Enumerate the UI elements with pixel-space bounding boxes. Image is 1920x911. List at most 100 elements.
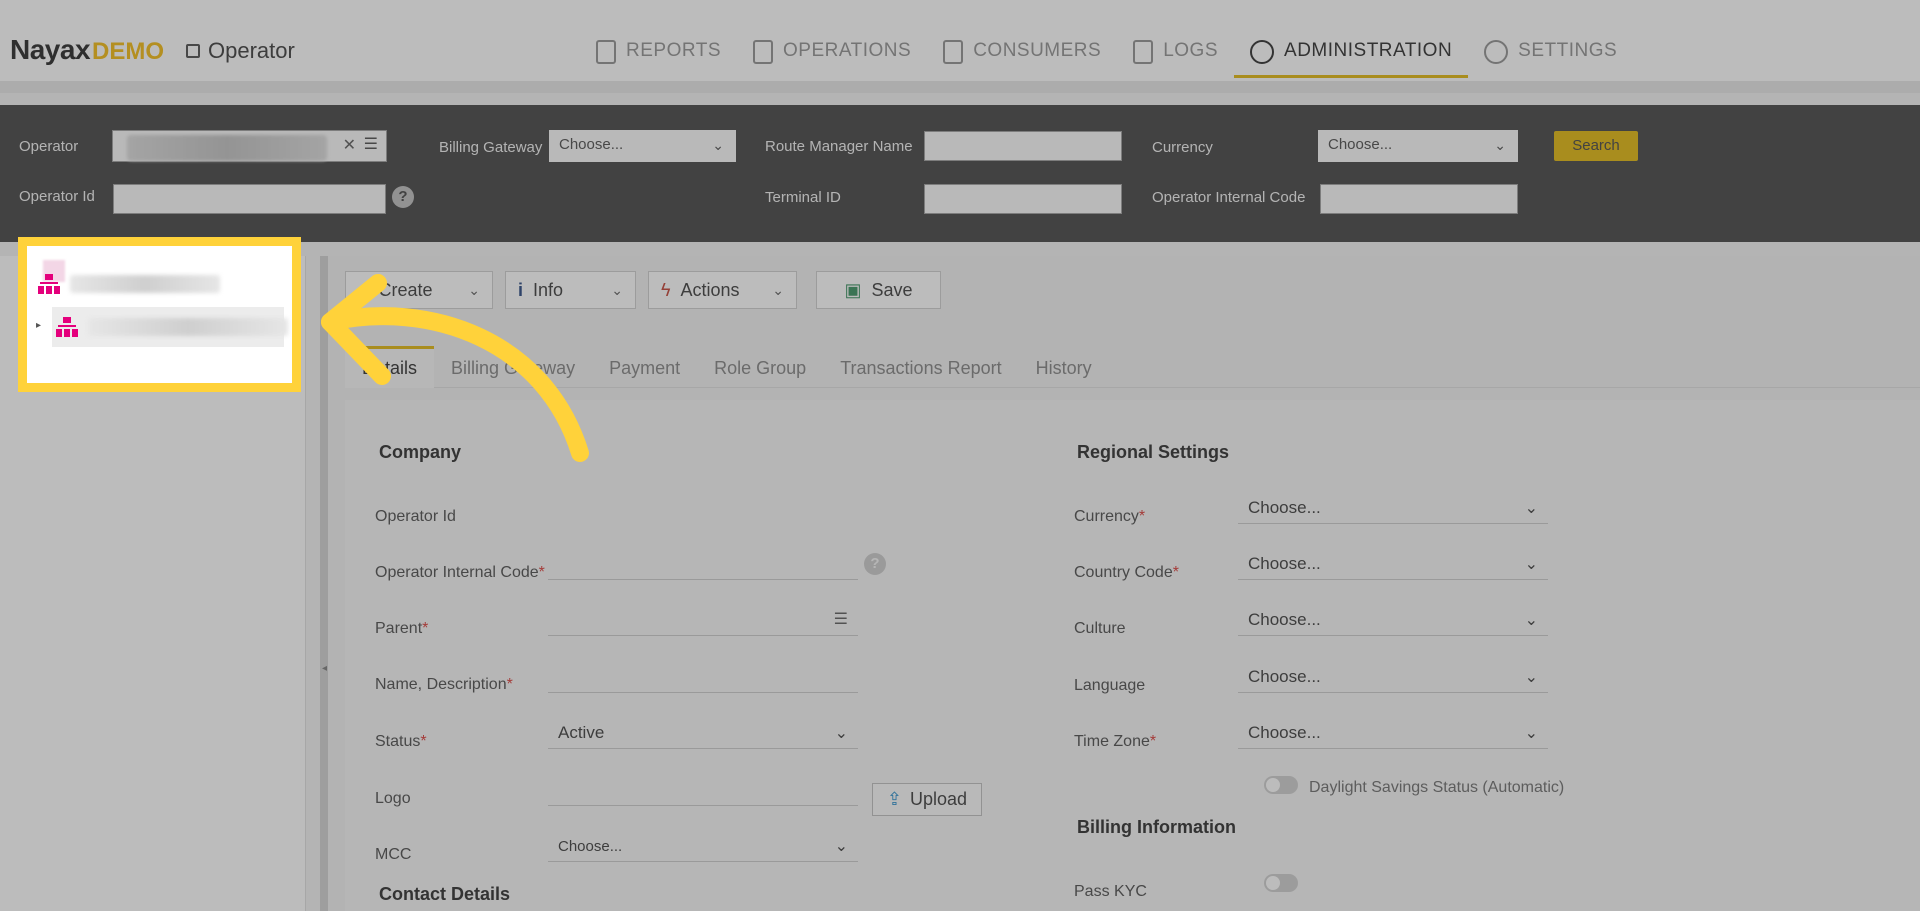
required-marker: * — [1138, 508, 1146, 525]
nayax-logo[interactable]: NayaxDEMO — [10, 34, 164, 66]
nav-settings[interactable]: SETTINGS — [1468, 30, 1633, 78]
chevron-down-icon: ⌄ — [1524, 556, 1538, 573]
mcc-select[interactable]: Choose... ⌄ — [548, 832, 858, 862]
currency-filter-label: Currency — [1152, 139, 1213, 156]
route-manager-input[interactable] — [924, 131, 1122, 161]
time-zone-label: Time Zone* — [1074, 733, 1156, 751]
save-button[interactable]: ▣ Save — [816, 271, 941, 309]
culture-select[interactable]: Choose... ⌄ — [1238, 606, 1548, 636]
billing-gateway-value: Choose... — [559, 136, 624, 153]
tab-history[interactable]: History — [1019, 346, 1109, 388]
detail-tabs: Details Billing Gateway Payment Role Gro… — [345, 346, 1920, 388]
highlighted-tree-nodes: ▸ — [18, 237, 301, 392]
mcc-label: MCC — [375, 846, 412, 863]
required-marker: * — [422, 620, 429, 637]
chevron-down-icon: ⌄ — [1494, 137, 1506, 153]
company-section-title: Company — [379, 442, 462, 462]
billing-information-title: Billing Information — [1077, 817, 1236, 837]
actions-button[interactable]: ϟ Actions ⌄ — [648, 271, 797, 309]
language-label: Language — [1074, 677, 1146, 694]
page-title: Operator — [186, 38, 295, 64]
internal-code-filter-input[interactable] — [1320, 184, 1518, 214]
name-description-label: Name, Description* — [375, 676, 513, 694]
collapse-handle-icon[interactable]: ◂ — [322, 663, 327, 674]
country-code-label-text: Country Code — [1074, 564, 1173, 581]
tab-transactions-report[interactable]: Transactions Report — [823, 346, 1018, 388]
daylight-savings-label: Daylight Savings Status (Automatic) — [1309, 779, 1565, 796]
chevron-down-icon: ⌄ — [611, 281, 623, 298]
list-icon[interactable]: ☰ — [834, 609, 848, 629]
help-icon[interactable]: ? — [864, 553, 886, 575]
nav-operations[interactable]: OPERATIONS — [737, 30, 927, 78]
floppy-disk-icon: ▣ — [844, 279, 862, 300]
parent-field[interactable]: ☰ — [548, 606, 858, 636]
pass-kyc-toggle[interactable] — [1264, 874, 1298, 892]
lightning-icon: ϟ — [661, 279, 671, 300]
calendar-icon — [1133, 40, 1154, 64]
operator-filter-label: Operator — [19, 138, 79, 155]
currency-filter-select[interactable]: Choose... ⌄ — [1318, 130, 1518, 162]
help-icon[interactable]: ? — [392, 186, 414, 208]
nav-administration[interactable]: ADMINISTRATION — [1234, 30, 1469, 78]
create-button[interactable]: + Create ⌄ — [345, 271, 493, 309]
info-button[interactable]: i Info ⌄ — [505, 271, 636, 309]
search-filter-bar: Operator ✕ ☰ Operator Id ? Billing Gatew… — [0, 105, 1920, 242]
parent-label-text: Parent — [375, 620, 423, 637]
status-select[interactable]: Active ⌄ — [548, 719, 858, 749]
upload-icon: ⇪ — [886, 789, 903, 809]
operator-id-filter-input[interactable] — [113, 184, 386, 214]
internal-code-label-text: Operator Internal Code — [375, 564, 539, 581]
name-description-field[interactable] — [548, 663, 858, 693]
logo-label: Logo — [375, 790, 411, 807]
list-icon[interactable]: ☰ — [364, 134, 378, 154]
page-title-text: Operator — [208, 38, 295, 63]
country-code-select[interactable]: Choose... ⌄ — [1238, 550, 1548, 580]
nav-label: REPORTS — [626, 40, 722, 61]
operator-filter-input[interactable]: ✕ ☰ — [112, 130, 387, 162]
chevron-down-icon: ⌄ — [1524, 725, 1538, 742]
tab-role-group[interactable]: Role Group — [697, 346, 823, 388]
culture-value: Choose... — [1248, 610, 1321, 629]
org-hierarchy-icon — [38, 274, 60, 294]
plus-icon: + — [358, 279, 369, 300]
search-button[interactable]: Search — [1554, 131, 1638, 161]
country-code-label: Country Code* — [1074, 564, 1179, 582]
chevron-down-icon: ⌄ — [834, 725, 848, 742]
upload-button[interactable]: ⇪ Upload — [872, 783, 982, 816]
tab-billing-gateway[interactable]: Billing Gateway — [434, 346, 592, 388]
language-select[interactable]: Choose... ⌄ — [1238, 663, 1548, 693]
expand-caret-icon[interactable]: ▸ — [36, 320, 41, 331]
tree-node-label-blurred — [88, 318, 288, 336]
logo-main-text: Nayax — [10, 34, 91, 65]
nav-logs[interactable]: LOGS — [1117, 30, 1234, 78]
billing-gateway-select[interactable]: Choose... ⌄ — [549, 130, 736, 162]
upload-label: Upload — [910, 789, 968, 809]
tree-node-child[interactable] — [56, 317, 288, 337]
internal-code-label: Operator Internal Code* — [375, 564, 545, 582]
currency-select[interactable]: Choose... ⌄ — [1238, 494, 1548, 524]
time-zone-select[interactable]: Choose... ⌄ — [1238, 719, 1548, 749]
chevron-down-icon: ⌄ — [1524, 612, 1538, 629]
status-value: Active — [558, 723, 605, 742]
nav-consumers[interactable]: CONSUMERS — [927, 30, 1117, 78]
tab-payment[interactable]: Payment — [592, 346, 697, 388]
internal-code-field[interactable] — [548, 550, 858, 580]
currency-label-text: Currency — [1074, 508, 1139, 525]
nav-label: CONSUMERS — [973, 40, 1102, 61]
tree-node-root[interactable] — [38, 274, 220, 294]
terminal-id-input[interactable] — [924, 184, 1122, 214]
clear-icon[interactable]: ✕ — [343, 135, 356, 155]
regional-settings-title: Regional Settings — [1077, 442, 1230, 462]
billing-gateway-filter-label: Billing Gateway — [439, 139, 543, 156]
nav-reports[interactable]: REPORTS — [580, 30, 737, 78]
actions-label: Actions — [680, 279, 740, 300]
name-description-label-text: Name, Description — [375, 676, 507, 693]
operator-id-filter-label: Operator Id — [19, 188, 95, 205]
chevron-down-icon: ⌄ — [712, 137, 724, 153]
tab-details[interactable]: Details — [345, 346, 435, 388]
internal-code-filter-label: Operator Internal Code — [1152, 189, 1306, 206]
logo-field[interactable] — [548, 776, 858, 806]
panel-splitter[interactable] — [320, 256, 328, 911]
daylight-savings-toggle[interactable] — [1264, 776, 1298, 794]
logo-demo-text: DEMO — [92, 38, 165, 65]
